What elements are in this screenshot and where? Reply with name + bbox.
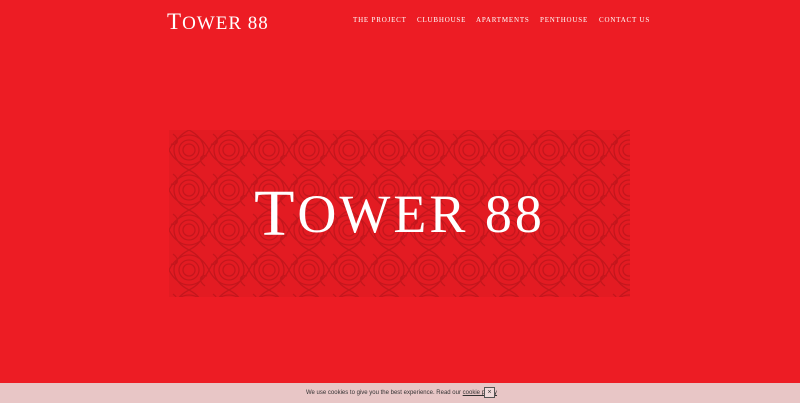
close-icon: ×: [487, 389, 492, 396]
nav-item-clubhouse[interactable]: Clubhouse: [417, 16, 466, 24]
hero-title: T OWER 88: [169, 130, 630, 297]
hero-title-rest: OWER 88: [297, 183, 545, 244]
hero-banner: T OWER 88: [169, 130, 630, 297]
cookie-close-button[interactable]: ×: [484, 387, 495, 398]
hero-title-initial: T: [254, 176, 298, 250]
site-header: TOWER 88 The Project Clubhouse Apartment…: [0, 0, 800, 40]
cookie-notice-text: We use cookies to give you the best expe…: [306, 390, 497, 396]
cookie-notice-message: We use cookies to give you the best expe…: [306, 390, 463, 396]
nav-item-contact-us[interactable]: Contact Us: [599, 16, 650, 24]
nav-item-the-project[interactable]: The Project: [353, 16, 407, 24]
nav-item-penthouse[interactable]: Penthouse: [540, 16, 588, 24]
nav-item-apartments[interactable]: Apartments: [476, 16, 530, 24]
main-nav: The Project Clubhouse Apartments Penthou…: [0, 16, 800, 28]
cookie-notice-bar: We use cookies to give you the best expe…: [0, 383, 800, 403]
